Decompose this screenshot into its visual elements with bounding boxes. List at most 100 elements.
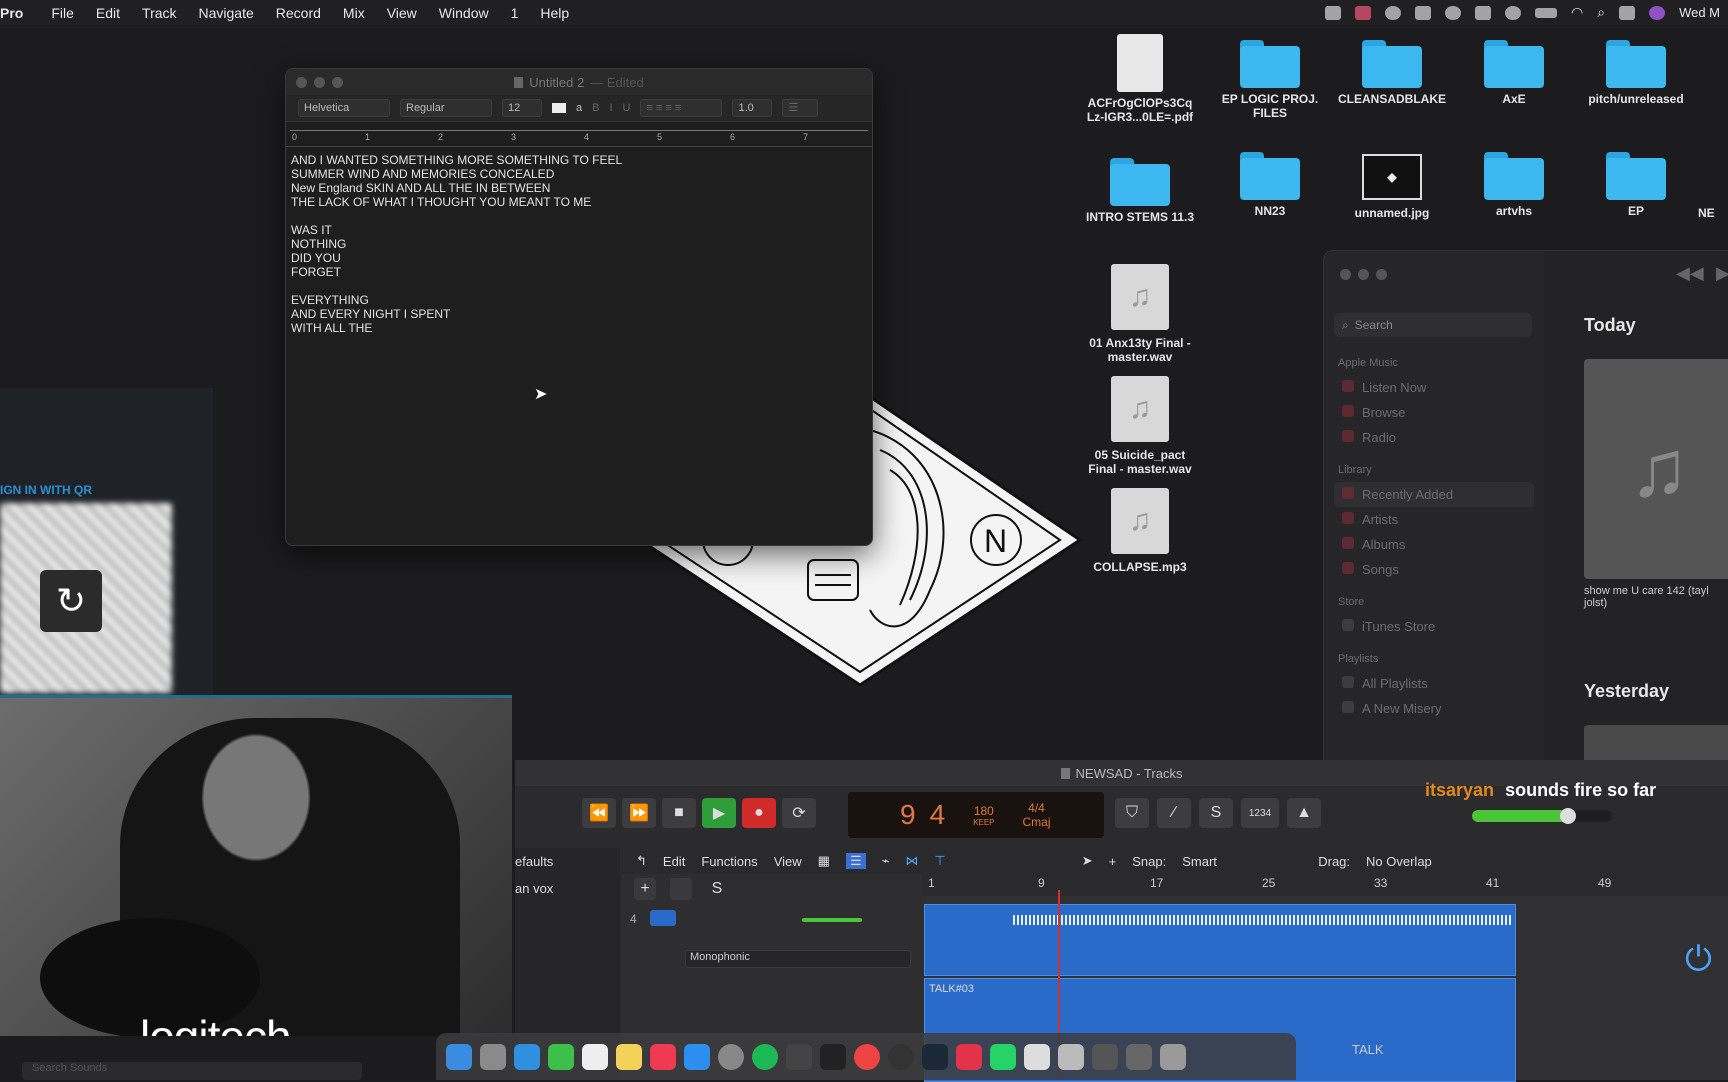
rewind-icon[interactable]: ◀◀	[1676, 263, 1704, 284]
battery-icon[interactable]	[1535, 7, 1557, 18]
library-item[interactable]: efaults	[515, 848, 620, 875]
spotify-icon[interactable]	[752, 1043, 778, 1070]
desktop-icon-ne[interactable]: NE	[1698, 152, 1728, 220]
piano-icon[interactable]	[820, 1043, 846, 1070]
notes-icon[interactable]	[616, 1043, 642, 1070]
close-button[interactable]	[1340, 269, 1351, 280]
metronome-button[interactable]: ▲	[1287, 798, 1321, 828]
menu-track[interactable]: Track	[142, 5, 176, 21]
album-caption[interactable]: show me U care 142 (tayl jolst)	[1584, 585, 1728, 609]
minimize-button[interactable]	[314, 77, 325, 88]
logic-icon[interactable]	[786, 1043, 812, 1070]
grid-icon[interactable]: ▦	[818, 853, 830, 869]
count-in-button[interactable]: 1234	[1241, 798, 1279, 828]
play-button[interactable]: ▶	[702, 798, 736, 828]
sidebar-item-artists[interactable]: Artists	[1324, 507, 1544, 532]
audio-region[interactable]	[924, 904, 1516, 976]
menu-1[interactable]: 1	[511, 5, 519, 21]
chrome-icon[interactable]	[854, 1043, 880, 1070]
messages-icon[interactable]	[548, 1043, 574, 1070]
duplicate-track-button[interactable]	[670, 878, 692, 900]
back-icon[interactable]: ↰	[636, 853, 647, 869]
bar-ruler[interactable]: 1 9 17 25 33 41 49	[922, 874, 1728, 896]
desktop-icon-anx13ty[interactable]: ♫ 01 Anx13ty Final - master.wav	[1080, 264, 1200, 364]
view-menu[interactable]: View	[774, 854, 802, 869]
add-track-button[interactable]: +	[634, 878, 656, 900]
sidebar-item-songs[interactable]: Songs	[1324, 557, 1544, 582]
text-body[interactable]: AND I WANTED SOMETHING MORE SOMETHING TO…	[286, 147, 872, 341]
tuner-button[interactable]: ⁄	[1157, 798, 1191, 828]
obs-icon[interactable]	[888, 1043, 914, 1070]
steam-icon[interactable]	[922, 1043, 948, 1070]
sidebar-item-a-new-misery[interactable]: A New Misery	[1324, 696, 1544, 721]
app-menu[interactable]: Pro	[0, 5, 23, 21]
folder-icon[interactable]	[1092, 1043, 1118, 1070]
whatsapp-icon[interactable]	[990, 1043, 1016, 1070]
creative-cloud-icon[interactable]	[1325, 5, 1341, 20]
sidebar-item-recently-added[interactable]: Recently Added	[1334, 482, 1534, 507]
desktop-icon-cleansadblake[interactable]: CLEANSADBLAKE	[1332, 40, 1452, 106]
snap-select[interactable]: Smart	[1182, 854, 1302, 869]
album-art[interactable]: ♫	[1584, 359, 1728, 579]
catch-icon[interactable]: ⊤	[934, 853, 945, 869]
play-icon[interactable]: ▶	[1716, 263, 1728, 284]
calendar-icon[interactable]	[582, 1043, 608, 1070]
search-sounds[interactable]: Search Sounds	[22, 1062, 362, 1080]
sidebar-item-listen-now[interactable]: Listen Now	[1324, 375, 1544, 400]
line-spacing-select[interactable]: 1.0	[732, 99, 773, 117]
pointer-tool-icon[interactable]: ➤	[1082, 853, 1093, 869]
pencil-tool-icon[interactable]: +	[1109, 854, 1117, 869]
master-volume-slider[interactable]	[1472, 808, 1612, 824]
minimize-button[interactable]	[1358, 269, 1369, 280]
desktop-icon-axe[interactable]: AxE	[1454, 40, 1574, 106]
wifi-icon[interactable]: ◠	[1571, 4, 1583, 21]
lcd-display[interactable]: 9 4 180 KEEP 4/4 Cmaj	[848, 792, 1104, 838]
play-icon[interactable]	[1445, 5, 1461, 20]
flex-icon[interactable]: ⋈	[905, 853, 918, 869]
font-size-select[interactable]: 12	[502, 99, 542, 117]
desktop-icon-unnamed[interactable]: ◆ unnamed.jpg	[1332, 152, 1452, 220]
stack-icon[interactable]	[1415, 5, 1431, 20]
desktop-icon-artvhs[interactable]: artvhs	[1454, 152, 1574, 218]
textedit-icon[interactable]	[1024, 1043, 1050, 1070]
menu-navigate[interactable]: Navigate	[199, 5, 254, 21]
bold-button[interactable]: B	[592, 102, 599, 114]
launchpad-icon[interactable]	[480, 1043, 506, 1070]
automation-icon[interactable]: ⌁	[882, 853, 890, 869]
track-volume-slider[interactable]	[802, 918, 862, 922]
underline-button[interactable]: U	[623, 102, 631, 114]
window-icon[interactable]	[1475, 5, 1491, 20]
sidebar-item-browse[interactable]: Browse	[1324, 400, 1544, 425]
highlight-button[interactable]: a	[576, 102, 582, 114]
zoom-button[interactable]	[1376, 269, 1387, 280]
alignment-control[interactable]: ≡ ≡ ≡ ≡	[640, 99, 723, 117]
desktop-icon-pdf[interactable]: ACFrOgClOPs3Cq Lz-IGR3...0LE=.pdf	[1080, 34, 1200, 124]
replace-button[interactable]: ⛉	[1115, 798, 1149, 828]
sidebar-item-all-playlists[interactable]: All Playlists	[1324, 671, 1544, 696]
list-icon[interactable]: ☰	[845, 853, 866, 869]
finder-icon[interactable]	[446, 1043, 472, 1070]
close-button[interactable]	[296, 77, 307, 88]
menu-record[interactable]: Record	[276, 5, 321, 21]
rewind-button[interactable]: ⏪	[582, 798, 616, 828]
fast-forward-button[interactable]: ⏩	[622, 798, 656, 828]
music-search[interactable]: ⌕ Search	[1334, 313, 1532, 337]
clock[interactable]: Wed M	[1679, 5, 1720, 20]
cycle-button[interactable]: ⟳	[782, 798, 816, 828]
library-item[interactable]: an vox	[515, 875, 620, 902]
menu-file[interactable]: File	[51, 5, 74, 21]
control-center-icon[interactable]	[1619, 5, 1636, 20]
document-icon[interactable]	[1058, 1043, 1084, 1070]
desktop-icon-suicide-pact[interactable]: ♫ 05 Suicide_pact Final - master.wav	[1080, 376, 1200, 476]
desktop-icon-intro-stems[interactable]: INTRO STEMS 11.3	[1080, 158, 1200, 224]
font-style-select[interactable]: Regular	[400, 99, 492, 117]
drag-select[interactable]: No Overlap	[1366, 854, 1432, 869]
record-icon[interactable]	[1385, 5, 1401, 20]
italic-button[interactable]: I	[609, 102, 612, 114]
menu-window[interactable]: Window	[439, 5, 489, 21]
music-icon[interactable]	[650, 1043, 676, 1070]
desktop-icon-ep[interactable]: EP	[1576, 152, 1696, 218]
desktop-icon-ep-logic[interactable]: EP LOGIC PROJ. FILES	[1210, 40, 1330, 120]
functions-menu[interactable]: Functions	[701, 854, 757, 869]
font-family-select[interactable]: Helvetica	[298, 99, 390, 117]
